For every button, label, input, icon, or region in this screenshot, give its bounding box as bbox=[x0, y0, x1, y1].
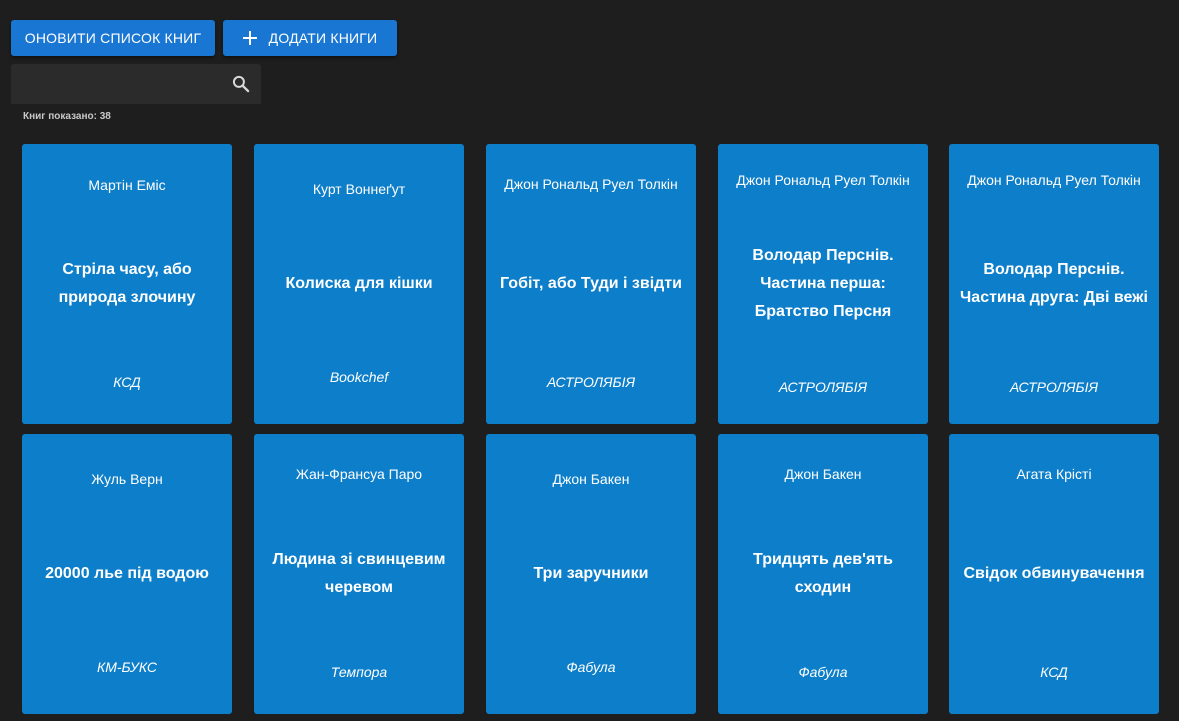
add-books-button[interactable]: ДОДАТИ КНИГИ bbox=[223, 20, 397, 56]
book-card[interactable]: Жан-Франсуа Паро Людина зі свинцевим чер… bbox=[254, 434, 464, 714]
books-shown-count: Книг показано: 38 bbox=[23, 111, 111, 122]
book-author: Мартін Еміс bbox=[88, 177, 166, 193]
search-box bbox=[11, 64, 261, 104]
book-title: Три заручники bbox=[533, 565, 649, 582]
book-card[interactable]: Агата Крісті Свідок обвинувачення КСД bbox=[949, 434, 1159, 714]
book-card[interactable]: Джон Бакен Тридцять дев'ять сходин Фабул… bbox=[718, 434, 928, 714]
book-card[interactable]: Жуль Верн 20000 лье під водою КМ-БУКС bbox=[22, 434, 232, 714]
search-icon[interactable] bbox=[221, 64, 261, 104]
book-title: Володар Перснів. Частина перша: Братство… bbox=[752, 247, 894, 320]
refresh-book-list-button[interactable]: ОНОВИТИ СПИСОК КНИГ bbox=[11, 20, 215, 56]
search-input[interactable] bbox=[11, 64, 221, 104]
book-publisher: Фабула bbox=[798, 664, 848, 680]
book-grid: Мартін Еміс Стріла часу, або природа зло… bbox=[22, 144, 1160, 714]
books-shown-value: 38 bbox=[99, 111, 111, 122]
book-author: Жан-Франсуа Паро bbox=[295, 466, 423, 482]
book-publisher: АСТРОЛЯБІЯ bbox=[1009, 379, 1099, 395]
book-title: Стріла часу, або природа злочину bbox=[58, 261, 196, 306]
book-card[interactable]: Курт Воннеґут Колиска для кішки Bookchef bbox=[254, 144, 464, 424]
book-publisher: Bookchef bbox=[329, 369, 389, 385]
book-publisher: Темпора bbox=[330, 664, 388, 680]
toolbar: ОНОВИТИ СПИСОК КНИГ ДОДАТИ КНИГИ bbox=[11, 20, 397, 56]
book-publisher: Фабула bbox=[566, 659, 616, 675]
book-title: Людина зі свинцевим черевом bbox=[272, 551, 446, 596]
add-button-label: ДОДАТИ КНИГИ bbox=[268, 30, 378, 46]
book-card[interactable]: Джон Рональд Руел Толкін Володар Перснів… bbox=[718, 144, 928, 424]
book-title: Свідок обвинувачення bbox=[963, 565, 1145, 582]
book-author: Курт Воннеґут bbox=[312, 181, 406, 197]
book-title: Гобіт, або Туди і звідти bbox=[500, 275, 682, 292]
book-publisher: КСД bbox=[113, 374, 141, 390]
book-card[interactable]: Джон Бакен Три заручники Фабула bbox=[486, 434, 696, 714]
book-card[interactable]: Джон Рональд Руел Толкін Володар Перснів… bbox=[949, 144, 1159, 424]
book-publisher: АСТРОЛЯБІЯ bbox=[546, 374, 636, 390]
book-author: Жуль Верн bbox=[91, 471, 163, 487]
plus-icon bbox=[242, 31, 257, 45]
book-author: Джон Рональд Руел Толкін bbox=[504, 176, 678, 192]
books-shown-label: Книг показано: bbox=[23, 111, 97, 122]
book-author: Джон Бакен bbox=[784, 466, 862, 482]
book-title: Тридцять дев'ять сходин bbox=[753, 551, 893, 596]
book-publisher: КСД bbox=[1040, 664, 1068, 680]
book-card[interactable]: Джон Рональд Руел Толкін Гобіт, або Туди… bbox=[486, 144, 696, 424]
book-title: Володар Перснів. Частина друга: Дві вежі bbox=[960, 261, 1148, 306]
book-author: Джон Рональд Руел Толкін bbox=[967, 172, 1141, 188]
book-card[interactable]: Мартін Еміс Стріла часу, або природа зло… bbox=[22, 144, 232, 424]
book-author: Джон Бакен bbox=[552, 471, 630, 487]
book-publisher: КМ-БУКС bbox=[96, 659, 158, 675]
book-publisher: АСТРОЛЯБІЯ bbox=[778, 379, 868, 395]
book-title: 20000 лье під водою bbox=[45, 565, 209, 582]
book-author: Агата Крісті bbox=[1016, 466, 1092, 482]
book-title: Колиска для кішки bbox=[285, 275, 433, 292]
book-author: Джон Рональд Руел Толкін bbox=[736, 172, 910, 188]
refresh-button-label: ОНОВИТИ СПИСОК КНИГ bbox=[24, 30, 202, 46]
